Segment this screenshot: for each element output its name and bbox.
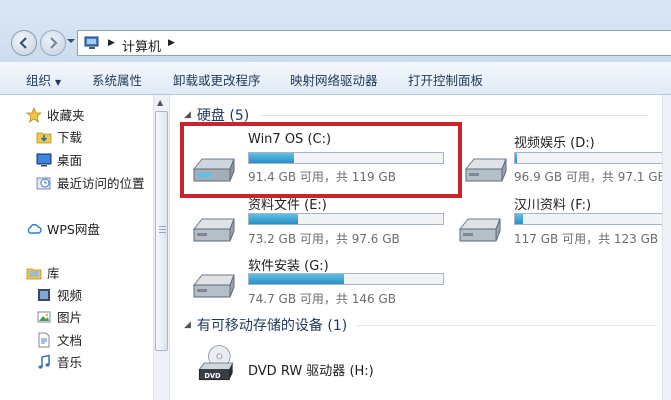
drive-usage-bar [514, 152, 671, 164]
section-title: 有可移动存储的设备 (1) [196, 318, 348, 334]
sidebar-item-wps-cloud[interactable]: WPS网盘 [26, 219, 100, 238]
scrollbar-thumb[interactable] [155, 111, 168, 351]
organize-button[interactable]: 组织 ▼ [26, 70, 61, 89]
drive-usage-fill [515, 153, 517, 163]
open-control-panel-button[interactable]: 打开控制面板 [408, 70, 483, 89]
cloud-icon [27, 223, 42, 234]
section-header-removable-storage[interactable]: ◢ 有可移动存储的设备 (1) [184, 315, 664, 335]
forward-button[interactable] [40, 30, 66, 56]
address-box[interactable]: ▶ 计算机 ▶ [77, 30, 671, 56]
grip-line [159, 226, 166, 227]
grip-line [159, 232, 166, 233]
sidebar-item-label: 最近访问的位置 [57, 176, 145, 191]
grip-line [159, 229, 166, 230]
library-icon [26, 268, 42, 279]
sidebar-item-downloads[interactable]: 下载 [36, 127, 82, 146]
drive-name: 视频娱乐 (D:) [514, 136, 595, 151]
drive-name: DVD RW 驱动器 (H:) [248, 364, 374, 379]
content-scrollbar[interactable] [662, 95, 671, 400]
sidebar-item-libraries[interactable]: 库 [26, 263, 60, 282]
scroll-up-icon[interactable]: ▲ [157, 98, 163, 107]
section-divider [259, 114, 650, 116]
hard-drive-icon [464, 158, 507, 182]
download-folder-icon [36, 132, 52, 143]
system-properties-button[interactable]: 系统属性 [92, 70, 142, 89]
sidebar-item-label: 库 [47, 266, 60, 281]
hard-drive-icon [458, 218, 501, 242]
sidebar-item-label: 桌面 [57, 153, 83, 168]
drive-name: 汉川资料 (F:) [514, 198, 592, 213]
drive-usage-bar [248, 213, 444, 225]
chevron-down-icon: ▼ [55, 78, 62, 87]
section-divider [357, 324, 658, 326]
sidebar-item-label: 音乐 [57, 355, 83, 370]
breadcrumb-separator-icon[interactable]: ▶ [108, 38, 115, 48]
organize-label: 组织 [26, 73, 52, 88]
dvd-drive-icon: DVD [198, 345, 234, 381]
hard-drive-icon [192, 218, 235, 242]
sidebar-item-desktop[interactable]: 桌面 [36, 150, 82, 169]
navigation-pane: 收藏夹 下载 桌面 最近访问的位置 WPS网盘 库 视频 图片 文档 音乐 [0, 95, 153, 400]
highlight-box [180, 122, 462, 198]
sidebar-item-label: 文档 [57, 333, 83, 348]
picture-library-icon [37, 311, 51, 322]
computer-icon [84, 36, 99, 49]
map-network-drive-button[interactable]: 映射网络驱动器 [290, 70, 378, 89]
star-icon [26, 106, 42, 123]
drive-usage-bar [248, 273, 444, 285]
sidebar-item-label: WPS网盘 [47, 222, 100, 237]
navigation-scrollbar[interactable]: ▲ [153, 95, 170, 400]
drive-usage-fill [249, 214, 298, 224]
breadcrumb-separator-icon[interactable]: ▶ [168, 38, 175, 48]
recent-places-icon [36, 177, 51, 189]
history-dropdown-icon[interactable] [67, 37, 75, 45]
drive-usage-fill [515, 214, 523, 224]
back-button[interactable] [11, 30, 37, 56]
drive-size: 117 GB 可用，共 123 GB [514, 232, 659, 246]
forward-arrow-icon [50, 37, 58, 49]
sidebar-item-recent-places[interactable]: 最近访问的位置 [36, 173, 145, 192]
sidebar-item-label: 图片 [57, 310, 83, 325]
drive-size: 96.9 GB 可用，共 97.1 GB [514, 170, 666, 184]
back-arrow-icon [19, 37, 27, 49]
sidebar-item-label: 收藏夹 [47, 108, 85, 123]
sidebar-item-label: 视频 [57, 288, 83, 303]
sidebar-item-label: 下载 [57, 130, 83, 145]
sidebar-item-pictures[interactable]: 图片 [36, 307, 82, 326]
collapse-triangle-icon: ◢ [184, 110, 191, 120]
collapse-triangle-icon: ◢ [184, 320, 191, 330]
drive-size: 73.2 GB 可用，共 97.6 GB [248, 232, 400, 246]
desktop-icon [36, 153, 52, 166]
hard-drive-icon [192, 274, 235, 298]
sidebar-item-favorites[interactable]: 收藏夹 [26, 105, 85, 124]
sidebar-item-music[interactable]: 音乐 [36, 352, 82, 371]
music-library-icon [38, 354, 50, 369]
drive-name: 软件安装 (G:) [248, 259, 329, 274]
sidebar-item-videos[interactable]: 视频 [36, 285, 82, 304]
address-bar-area: ▶ 计算机 ▶ [0, 0, 671, 63]
command-bar: 组织 ▼ 系统属性 卸载或更改程序 映射网络驱动器 打开控制面板 [0, 62, 671, 95]
breadcrumb-computer[interactable]: 计算机 [122, 36, 161, 55]
document-library-icon [38, 332, 50, 347]
uninstall-program-button[interactable]: 卸载或更改程序 [173, 70, 261, 89]
video-library-icon [38, 288, 50, 301]
dvd-label: DVD [204, 372, 221, 380]
drive-size: 74.7 GB 可用，共 146 GB [248, 292, 396, 306]
drive-usage-fill [249, 274, 345, 284]
drive-usage-bar [514, 213, 671, 225]
sidebar-item-documents[interactable]: 文档 [36, 330, 82, 349]
